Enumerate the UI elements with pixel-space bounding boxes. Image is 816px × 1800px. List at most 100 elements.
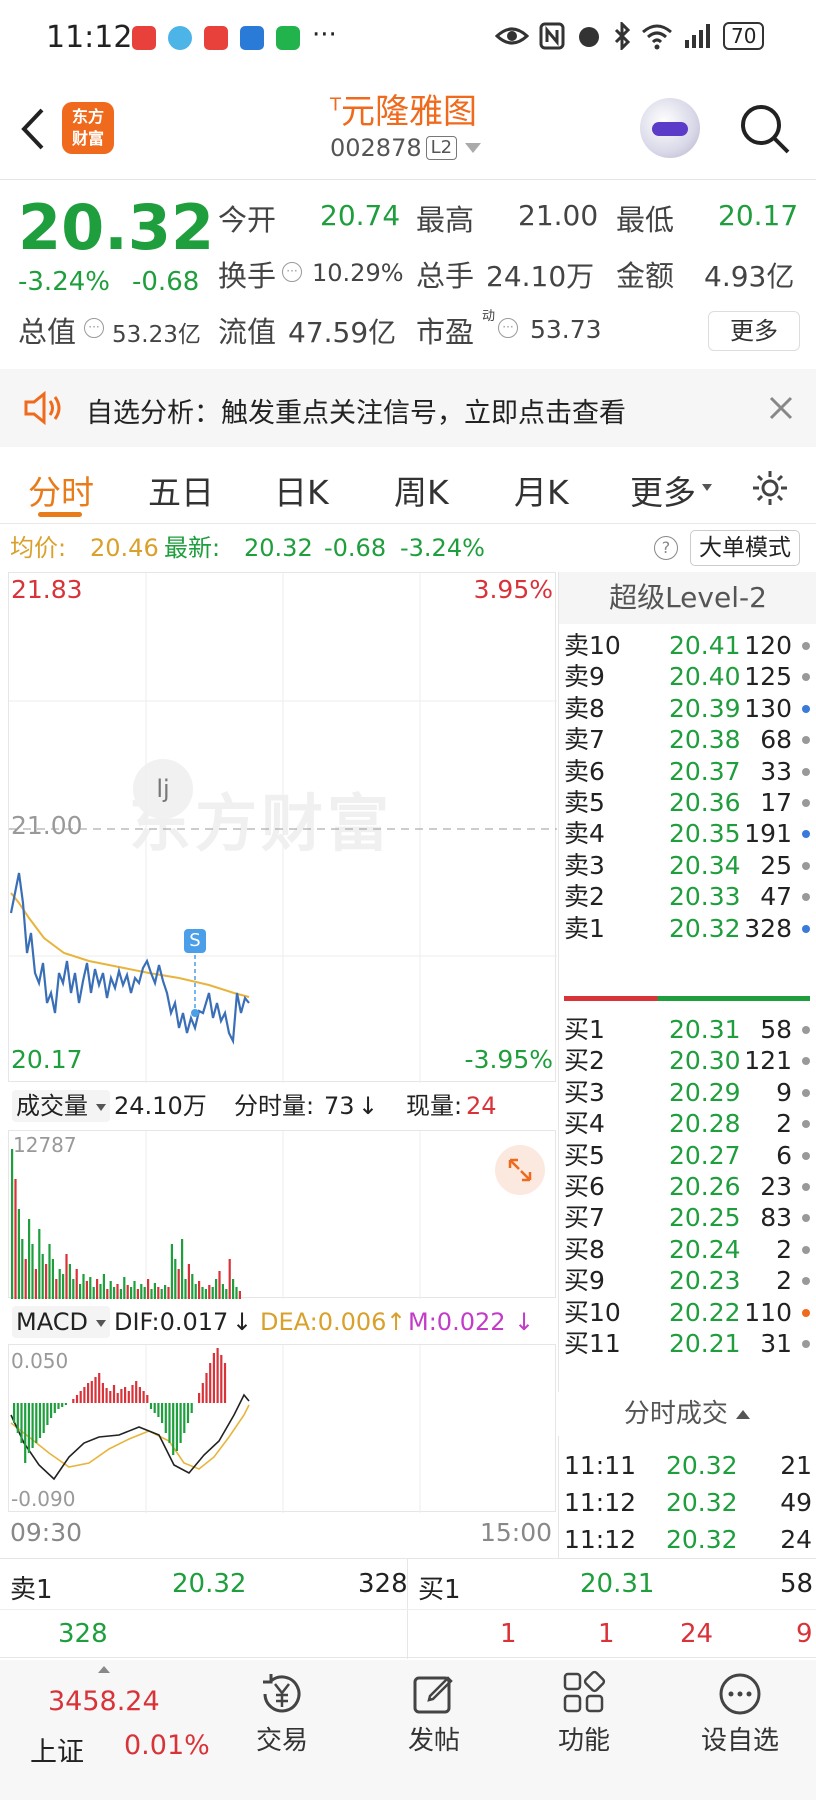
- tab-week-k[interactable]: 周K: [394, 466, 449, 514]
- robot-avatar-icon[interactable]: [640, 98, 700, 158]
- info-icon[interactable]: ···: [498, 318, 518, 338]
- tab-month-k[interactable]: 月K: [514, 466, 569, 514]
- bottom-sell-label: 卖1: [10, 1575, 53, 1605]
- trade-price: 20.32: [666, 1525, 738, 1554]
- nav-trade[interactable]: 交易: [222, 1660, 342, 1757]
- back-icon[interactable]: [18, 106, 48, 152]
- order-dot-icon: [802, 704, 810, 713]
- order-dot-icon: [802, 1026, 810, 1034]
- arrow-down-icon: ↓: [232, 1308, 253, 1336]
- app-notify-icon: [240, 26, 264, 50]
- edit-icon: [413, 1676, 453, 1714]
- trades-header[interactable]: 分时成交: [558, 1392, 816, 1436]
- close-icon[interactable]: [768, 395, 794, 421]
- nav-add-watchlist-label: 设自选: [700, 1726, 779, 1756]
- expand-icon[interactable]: [495, 1145, 545, 1195]
- tab-more[interactable]: 更多: [630, 466, 696, 514]
- low-label: 最低: [616, 203, 675, 237]
- app-notify-icon: [132, 26, 156, 50]
- stock-title[interactable]: T元隆雅图: [330, 84, 477, 133]
- tick-volume-label: 分时量:: [234, 1092, 315, 1120]
- caret-up-icon: [98, 1666, 110, 1673]
- notice-bar[interactable]: 自选分析：触发重点关注信号，立即点击查看: [0, 369, 816, 447]
- level-badge: L2: [425, 136, 458, 160]
- wifi-icon: [642, 24, 672, 50]
- bid-row[interactable]: 买11 20.21 31: [564, 1326, 816, 1362]
- volume-chart[interactable]: 12787: [8, 1130, 556, 1299]
- app-notify-icon: [168, 26, 192, 50]
- nav-add-watchlist[interactable]: 设自选: [680, 1660, 800, 1757]
- price-top-label: 21.83: [11, 575, 83, 604]
- order-dot-icon: [802, 1245, 810, 1254]
- latest-label: 最新:: [164, 534, 221, 562]
- stock-code: 002878: [330, 134, 422, 162]
- ref-price-label: 21.00: [11, 811, 83, 840]
- order-dot-icon: [802, 1277, 810, 1286]
- volume-selector[interactable]: 成交量: [12, 1090, 110, 1122]
- caret-up-icon: [736, 1410, 751, 1419]
- settings-gear-icon[interactable]: [750, 468, 790, 508]
- price-line: [9, 872, 250, 1046]
- buy-queue-item: 9: [796, 1619, 813, 1649]
- tab-five-day[interactable]: 五日: [148, 466, 214, 514]
- macd-bars: [10, 1345, 421, 1513]
- info-icon[interactable]: ···: [84, 318, 104, 338]
- yen-cycle-icon: [263, 1674, 301, 1713]
- stock-code-row[interactable]: 002878 L2: [330, 134, 482, 162]
- bid-label: 买11: [564, 1329, 621, 1358]
- macd-header: MACD DIF:0.017 ↓ DEA:0.006 ↑ M:0.022 ↓: [8, 1300, 556, 1344]
- tab-intraday[interactable]: 分时: [28, 466, 94, 514]
- order-dot-icon: [802, 924, 810, 933]
- order-dot-icon: [802, 1088, 810, 1097]
- amount-label: 金额: [616, 259, 675, 293]
- macd-selector[interactable]: MACD: [12, 1306, 110, 1338]
- search-icon[interactable]: [738, 102, 792, 156]
- high-value: 21.00: [518, 199, 599, 232]
- ask-row[interactable]: 卖1 20.32 328: [564, 911, 816, 947]
- info-icon[interactable]: ···: [282, 262, 302, 282]
- bluetooth-icon: [614, 22, 631, 50]
- open-value: 20.74: [320, 199, 401, 232]
- nav-post[interactable]: 发帖: [374, 1660, 494, 1757]
- help-icon[interactable]: ?: [654, 536, 678, 560]
- big-order-mode-button[interactable]: 大单模式: [690, 530, 800, 566]
- signal-marker-badge[interactable]: S: [184, 929, 206, 953]
- level2-title[interactable]: 超级Level-2: [559, 572, 816, 624]
- buy-queue-item: 24: [680, 1619, 714, 1649]
- macd-dif: DIF:0.017: [114, 1308, 229, 1336]
- wechat-icon: [276, 26, 300, 50]
- status-bar: 11:12 ··· 70: [0, 0, 816, 78]
- nav-functions[interactable]: 功能: [524, 1660, 644, 1757]
- trade-price: 20.32: [666, 1488, 738, 1517]
- order-dot-icon: [802, 767, 810, 776]
- alarm-icon: [579, 27, 599, 47]
- app-notify-icon: [204, 26, 228, 50]
- amount-value: 4.93亿: [704, 260, 795, 293]
- pe-sup: 动: [482, 309, 496, 324]
- high-label: 最高: [416, 203, 475, 237]
- volume-bars: [11, 1131, 421, 1299]
- volume-header: 成交量 24.10万 分时量: 73 ↓ 现量: 24: [8, 1084, 556, 1128]
- buy-queue-item: 1: [500, 1619, 517, 1649]
- tab-day-k[interactable]: 日K: [274, 466, 329, 514]
- intraday-chart[interactable]: 东方财富 lj S 21.83 3.95% 21.00 20.17 -3.95%: [8, 572, 557, 1083]
- chevron-down-icon: [465, 143, 482, 153]
- chart-info-bar: 均价: 20.46 最新: 20.32 -0.68 -3.24% ? 大单模式: [0, 528, 816, 568]
- more-button[interactable]: 更多: [708, 311, 800, 351]
- logo-text: 财富: [71, 129, 104, 148]
- order-dot-icon: [802, 1214, 810, 1223]
- low-value: 20.17: [718, 199, 799, 232]
- macd-chart[interactable]: 0.050 -0.090: [8, 1344, 556, 1513]
- status-right-icons: 70: [495, 22, 765, 50]
- turnover-value: 10.29%: [312, 259, 404, 287]
- logo-text: 东方: [71, 107, 104, 126]
- macd-bottom-label: -0.090: [11, 1487, 76, 1511]
- order-dot-icon: [802, 830, 810, 839]
- macd-dea: DEA:0.006: [260, 1308, 387, 1336]
- trade-row: 11:11 20.32 21: [564, 1448, 816, 1484]
- last-price: 20.32: [18, 191, 215, 264]
- bottom-quote-strip: 卖1 20.32 328 买1 20.31 58 328 1 1 24 9: [0, 1558, 816, 1659]
- index-widget[interactable]: 3458.24 上证 0.01%: [0, 1660, 220, 1800]
- change-pct: -3.24%: [18, 267, 110, 297]
- bid-volume: 31: [760, 1329, 792, 1358]
